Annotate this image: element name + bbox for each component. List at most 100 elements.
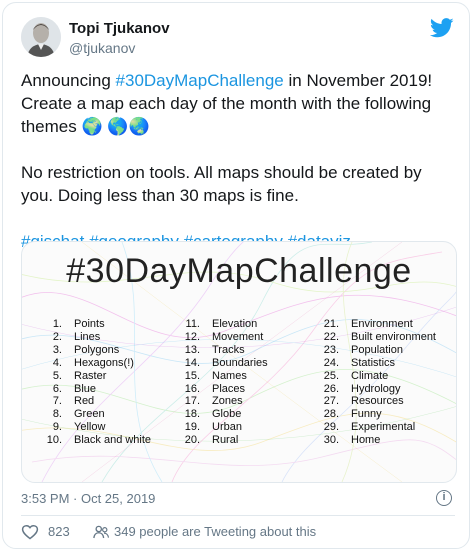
theme-label: Points [74, 318, 105, 330]
like-count[interactable]: 823 [48, 524, 70, 539]
theme-number: 10. [46, 434, 62, 447]
theme-label: Resources [351, 395, 404, 408]
globe-emoji-icon: 🌎 [107, 117, 129, 136]
theme-label: Environment [351, 318, 413, 330]
tweet-text: Announcing #30DayMapChallenge in Novembe… [21, 69, 457, 253]
theme-number: 8. [52, 408, 62, 421]
theme-label: Elevation [212, 318, 258, 330]
theme-label: Funny [351, 408, 382, 421]
theme-label: Zones [212, 395, 243, 408]
theme-label: Experimental [351, 421, 416, 434]
theme-item: 16. Places [176, 383, 268, 396]
tweet-paragraph-1: Announcing #30DayMapChallenge in Novembe… [21, 69, 457, 138]
theme-item: 29. Experimental [315, 421, 436, 434]
author-name[interactable]: Topi Tjukanov [69, 20, 170, 37]
theme-label: Built environment [351, 330, 436, 343]
theme-item: 30. Home [315, 434, 436, 447]
theme-number: 7. [52, 395, 62, 408]
theme-item: 26. Hydrology [315, 383, 436, 396]
theme-label: Statistics [351, 356, 396, 369]
theme-number: 28. [323, 408, 339, 421]
theme-item: 14. Boundaries [176, 357, 268, 370]
theme-label: Polygons [74, 343, 120, 356]
theme-number: 22. [323, 330, 339, 343]
theme-label: Home [351, 434, 381, 447]
theme-label: Rural [212, 434, 239, 447]
theme-item: 21. Environment [315, 318, 436, 331]
theme-label: Hexagons(!) [74, 356, 134, 369]
theme-item: 11. Elevation [176, 318, 268, 331]
theme-item: 18. Globe [176, 408, 268, 421]
theme-number: 30. [323, 434, 339, 447]
theme-item: 19. Urban [176, 421, 268, 434]
theme-number: 12. [184, 330, 200, 343]
themes-column-2: 11. Elevation 12. Movement 13. Tracks 14. Bo… [176, 318, 268, 447]
theme-item: 5. Raster [38, 370, 151, 383]
theme-item: 25. Climate [315, 370, 436, 383]
people-icon[interactable] [92, 523, 110, 541]
theme-number: 3. [52, 343, 62, 356]
globe-emoji-icon: 🌏 [128, 117, 150, 136]
theme-item: 9. Yellow [38, 421, 151, 434]
theme-label: Raster [74, 369, 107, 382]
poster-title: #30DayMapChallenge [66, 252, 412, 290]
avatar-portrait [21, 17, 61, 57]
theme-item: 3. Polygons [38, 344, 151, 357]
theme-item: 15. Names [176, 370, 268, 383]
theme-number: 20. [184, 434, 200, 447]
theme-label: Population [351, 343, 403, 356]
theme-number: 25. [323, 369, 339, 382]
hashtag-link[interactable]: #30DayMapChallenge [116, 71, 284, 90]
theme-number: 1. [52, 318, 62, 330]
theme-item: 24. Statistics [315, 357, 436, 370]
theme-label: Places [212, 382, 246, 395]
theme-label: Black and white [74, 434, 152, 447]
divider [21, 515, 455, 516]
theme-label: Boundaries [212, 356, 268, 369]
theme-number: 13. [184, 343, 200, 356]
theme-label: Movement [212, 330, 264, 343]
twitter-bird-icon[interactable] [430, 18, 454, 38]
themes-column-1: 1. Points 2. Lines 3. Polygons 4. Hexagons(!… [38, 318, 151, 447]
theme-number: 9. [52, 421, 62, 434]
theme-item: 20. Rural [176, 434, 268, 447]
theme-number: 26. [323, 382, 339, 395]
theme-item: 22. Built environment [315, 331, 436, 344]
theme-item: 7. Red [38, 395, 151, 408]
attached-image[interactable]: #30DayMapChallenge 1. Points 2. Lines 3. Po… [21, 241, 457, 483]
theme-number: 5. [52, 369, 62, 382]
theme-number: 2. [52, 330, 62, 343]
theme-number: 15. [184, 369, 200, 382]
theme-number: 21. [323, 318, 339, 330]
tweet-paragraph-2: No restriction on tools. All maps should… [21, 163, 422, 205]
theme-number: 17. [184, 395, 200, 408]
heart-icon[interactable] [21, 524, 39, 540]
theme-number: 24. [323, 356, 339, 369]
theme-label: Hydrology [351, 382, 401, 395]
theme-item: 23. Population [315, 344, 436, 357]
theme-item: 17. Zones [176, 395, 268, 408]
theme-label: Climate [351, 369, 389, 382]
people-tweeting-link[interactable]: 349 people are Tweeting about this [114, 524, 316, 539]
text-segment: Announcing [21, 71, 116, 90]
theme-label: Green [74, 408, 105, 421]
author-handle[interactable]: @tjukanov [69, 40, 135, 56]
theme-number: 14. [184, 356, 200, 369]
tweet-timestamp[interactable]: 3:53 PM · Oct 25, 2019 [21, 491, 155, 506]
theme-number: 19. [184, 421, 200, 434]
theme-number: 27. [323, 395, 339, 408]
themes-column-3: 21. Environment 22. Built environment 23. P… [315, 318, 436, 447]
info-icon[interactable]: i [436, 490, 452, 506]
theme-label: Blue [74, 382, 97, 395]
globe-emoji-icon: 🌍 [81, 117, 103, 136]
theme-number: 23. [323, 343, 339, 356]
theme-item: 28. Funny [315, 408, 436, 421]
theme-item: 2. Lines [38, 331, 151, 344]
theme-item: 27. Resources [315, 395, 436, 408]
theme-item: 1. Points [38, 318, 151, 331]
theme-number: 16. [184, 382, 200, 395]
theme-item: 6. Blue [38, 383, 151, 396]
avatar[interactable] [21, 17, 61, 57]
theme-label: Yellow [74, 421, 106, 434]
theme-label: Tracks [212, 343, 245, 356]
